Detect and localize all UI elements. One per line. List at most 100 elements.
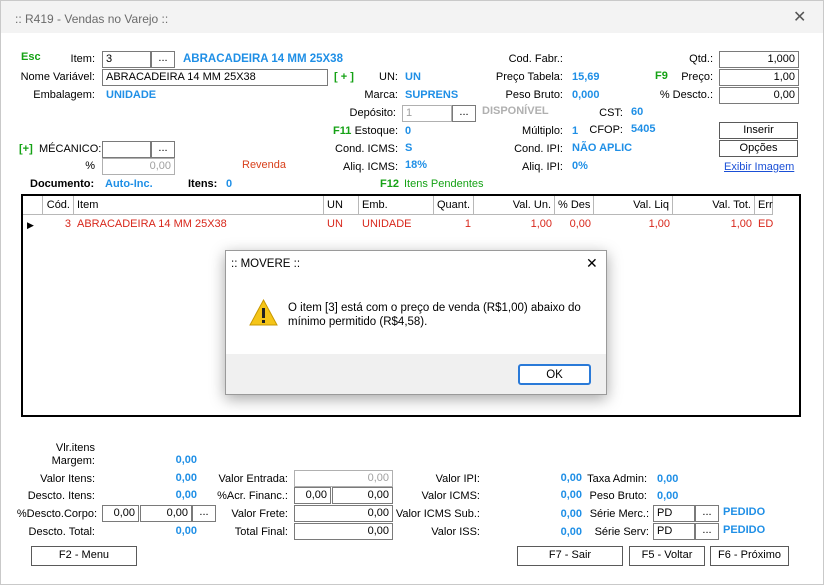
alert-dialog: :: MOVERE :: ✕ O item [3] está com o pre… [225, 250, 607, 395]
descto-corpo-label: %Descto.Corpo: [16, 508, 97, 520]
mecanico-pct-input[interactable]: 0,00 [102, 158, 175, 175]
item-search-button[interactable]: ... [151, 51, 175, 68]
cell-cod: 3 [64, 218, 71, 230]
dialog-message-line2: mínimo permitido (R$4,58). [288, 316, 428, 328]
peso-bruto-total-label: Peso Bruto: [589, 490, 647, 502]
aliq-icms-label: Aliq. ICMS: [342, 161, 398, 173]
valor-frete-label: Valor Frete: [231, 508, 288, 520]
opcoes-button[interactable]: Opções [719, 140, 798, 157]
mecanico-search-button[interactable]: ... [151, 141, 175, 158]
valor-iss-label: Valor ISS: [431, 526, 480, 538]
valor-entrada-label: Valor Entrada: [218, 473, 288, 485]
valor-icms-value: 0,00 [560, 489, 582, 501]
aliq-ipi-value: 0% [572, 160, 588, 172]
f11-key-label: F11 [333, 125, 352, 137]
desconto-input[interactable]: 0,00 [719, 87, 799, 104]
mecanico-pct-label: % [85, 160, 95, 172]
descto-total-label: Descto. Total: [28, 526, 95, 538]
preco-tabela-label: Preço Tabela: [495, 71, 563, 83]
serie-serv-input[interactable]: PD [653, 523, 695, 540]
row-pointer-icon: ▶ [27, 220, 34, 230]
preco-input[interactable]: 1,00 [719, 69, 799, 86]
valor-itens-label: Valor Itens: [40, 473, 95, 485]
deposito-search-button[interactable]: ... [452, 105, 476, 122]
descto-corpo-pct-input[interactable]: 0,00 [102, 505, 139, 522]
serie-serv-button[interactable]: ... [695, 523, 719, 540]
item-label: Item: [70, 53, 95, 65]
dialog-title-bar: :: MOVERE :: ✕ [226, 251, 606, 277]
itens-label: Itens: [188, 178, 218, 190]
qtd-label: Qtd.: [689, 53, 713, 65]
window-title: :: R419 - Vendas no Varejo :: [15, 12, 169, 26]
add-mecanico-button[interactable]: [+] [19, 143, 33, 155]
embalagem-value: UNIDADE [106, 89, 157, 101]
valor-icms-sub-label: Valor ICMS Sub.: [395, 508, 480, 520]
table-row[interactable]: ▶ 3 ABRACADEIRA 14 MM 25X38 UN UNIDADE 1… [23, 196, 799, 236]
nome-variavel-input[interactable]: ABRACADEIRA 14 MM 25X38 [102, 69, 328, 86]
estoque-value: 0 [405, 125, 412, 137]
cond-ipi-label: Cond. IPI: [514, 143, 563, 155]
serie-merc-button[interactable]: ... [695, 505, 719, 522]
warning-icon [249, 298, 278, 326]
multiplo-label: Múltiplo: [522, 125, 563, 137]
qtd-input[interactable]: 1,000 [719, 51, 799, 68]
peso-bruto-value: 0,000 [572, 89, 600, 101]
f5-voltar-button[interactable]: F5 - Voltar [629, 546, 705, 566]
f6-proximo-button[interactable]: F6 - Próximo [710, 546, 789, 566]
deposito-input[interactable]: 1 [402, 105, 452, 122]
marca-value: SUPRENS [405, 89, 459, 101]
descto-itens-label: Descto. Itens: [27, 490, 95, 502]
itens-pendentes-link[interactable]: Itens Pendentes [404, 178, 484, 190]
documento-label: Documento: [30, 178, 95, 190]
cell-quant: 1 [464, 218, 471, 230]
cell-des: 0,00 [569, 218, 591, 230]
descto-corpo-button[interactable]: ... [192, 505, 216, 522]
descto-corpo-value-input[interactable]: 0,00 [140, 505, 192, 522]
main-window: :: R419 - Vendas no Varejo :: ✕ Esc Item… [0, 0, 824, 585]
un-value: UN [405, 71, 421, 83]
f12-key-label: F12 [380, 178, 399, 190]
esc-key-label: Esc [21, 51, 41, 63]
f7-sair-button[interactable]: F7 - Sair [517, 546, 623, 566]
close-icon[interactable]: ✕ [793, 7, 806, 27]
itens-value: 0 [226, 178, 233, 190]
dialog-message-line1: O item [3] está com o preço de venda (R$… [288, 302, 581, 314]
f9-key-label: F9 [655, 70, 668, 82]
item-code-input[interactable]: 3 [102, 51, 151, 68]
title-bar: :: R419 - Vendas no Varejo :: ✕ [1, 1, 823, 33]
total-final-input[interactable]: 0,00 [294, 523, 393, 540]
estoque-label: Estoque: [354, 125, 398, 137]
valor-icms-sub-value: 0,00 [560, 508, 582, 520]
f2-menu-button[interactable]: F2 - Menu [31, 546, 137, 566]
valor-entrada-input[interactable]: 0,00 [294, 470, 393, 487]
acr-financ-pct-input[interactable]: 0,00 [294, 487, 331, 504]
serie-serv-label: Série Serv: [594, 526, 649, 538]
vlr-itens-label: Vlr.itens [55, 442, 95, 454]
ok-button[interactable]: OK [518, 364, 591, 385]
valor-ipi-label: Valor IPI: [435, 473, 480, 485]
serie-merc-input[interactable]: PD [653, 505, 695, 522]
desconto-label: % Descto.: [659, 89, 713, 101]
cell-val-liq: 1,00 [648, 218, 670, 230]
revenda-label: Revenda [242, 159, 287, 171]
item-description: ABRACADEIRA 14 MM 25X38 [183, 53, 343, 65]
cond-icms-label: Cond. ICMS: [335, 143, 398, 155]
acr-financ-value-input[interactable]: 0,00 [332, 487, 393, 504]
descto-itens-value: 0,00 [175, 489, 197, 501]
valor-frete-input[interactable]: 0,00 [294, 505, 393, 522]
cst-label: CST: [599, 107, 623, 119]
acr-financ-label: %Acr. Financ.: [217, 490, 288, 502]
descto-total-value: 0,00 [175, 525, 197, 537]
margem-label: Margem: [51, 455, 95, 467]
mecanico-input[interactable] [102, 141, 151, 158]
cfop-value: 5405 [631, 123, 656, 135]
add-variant-button[interactable]: [ + ] [334, 71, 354, 83]
valor-ipi-value: 0,00 [560, 472, 582, 484]
dialog-close-icon[interactable]: ✕ [586, 255, 598, 272]
inserir-button[interactable]: Inserir [719, 122, 798, 139]
valor-itens-value: 0,00 [175, 472, 197, 484]
mecanico-label: MÉCANICO: [39, 143, 102, 155]
aliq-icms-value: 18% [405, 159, 428, 171]
exibir-imagem-link[interactable]: Exibir Imagem [724, 161, 794, 173]
embalagem-label: Embalagem: [33, 89, 95, 101]
